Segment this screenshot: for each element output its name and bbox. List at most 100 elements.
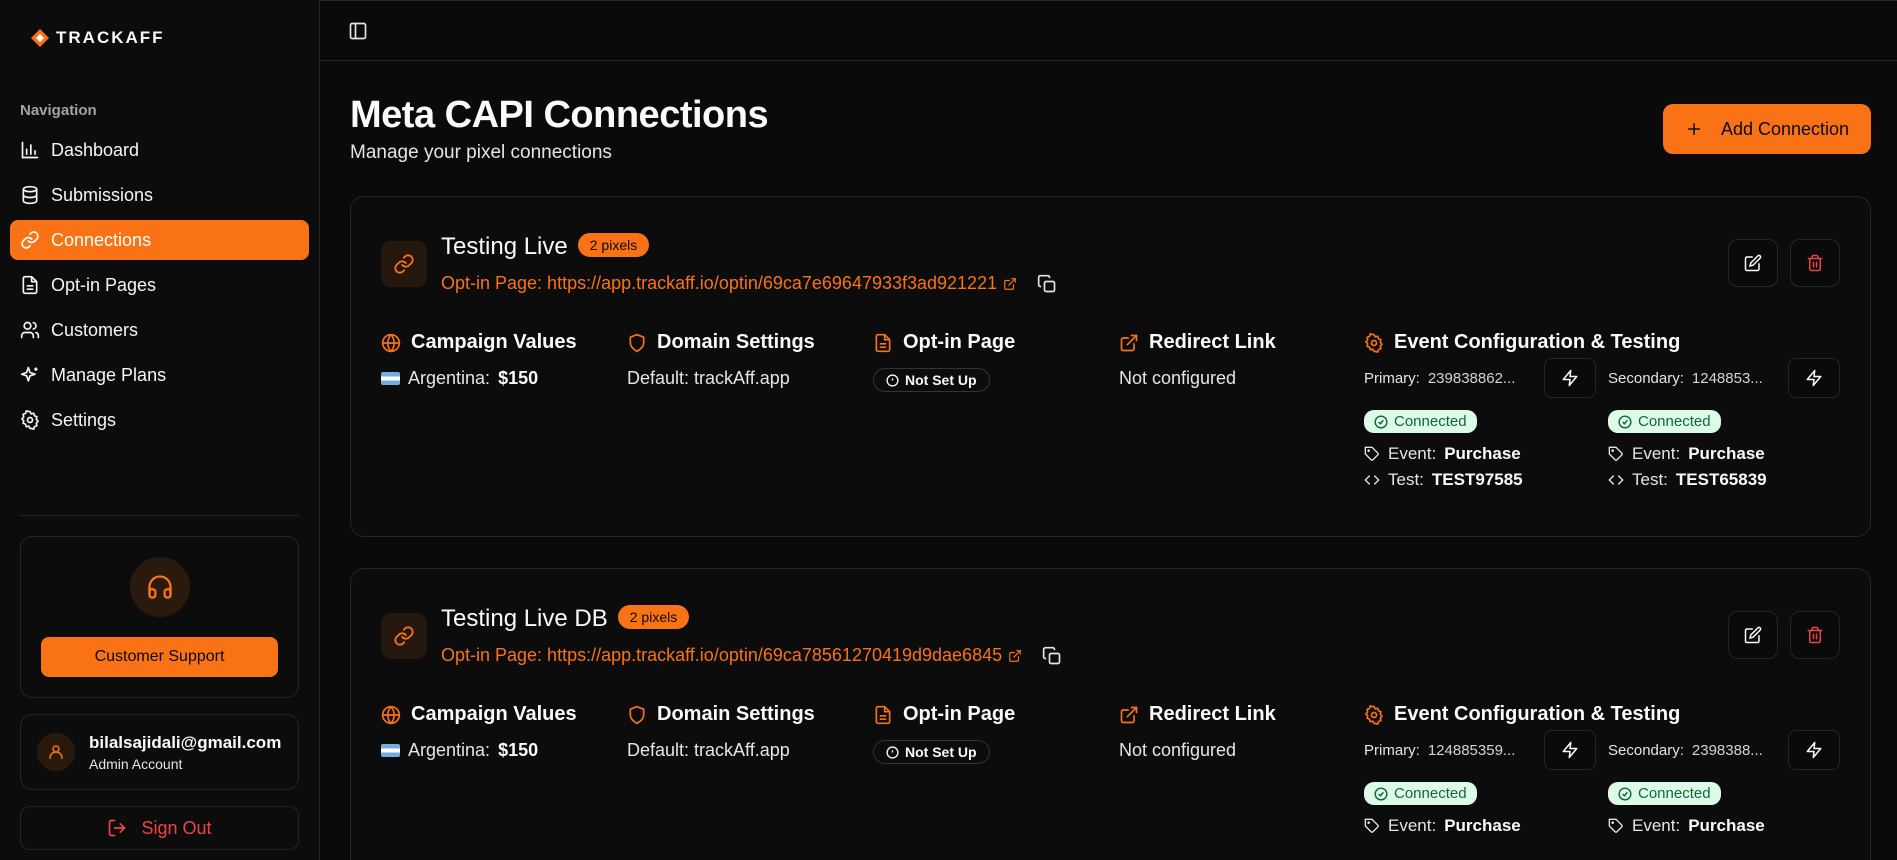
sidebar-item-manage-plans[interactable]: Manage Plans <box>10 355 309 395</box>
sign-out-button[interactable]: Sign Out <box>20 806 299 850</box>
check-circle-icon <box>1374 414 1388 429</box>
page-title: Meta CAPI Connections <box>350 94 769 136</box>
optin-url: Opt-in Page: https://app.trackaff.io/opt… <box>441 273 998 293</box>
database-icon <box>22 185 38 205</box>
nav-section-title: Navigation <box>20 102 97 119</box>
domain-value: Default: trackAff.app <box>627 368 790 388</box>
domain-value: Default: trackAff.app <box>627 740 790 760</box>
campaign-value: $150 <box>498 740 539 760</box>
pixel-id: 124885359... <box>1427 741 1516 759</box>
copy-icon[interactable] <box>1037 274 1057 294</box>
column-title: Redirect Link <box>1149 331 1276 353</box>
optin-url: Opt-in Page: https://app.trackaff.io/opt… <box>441 645 1003 665</box>
connection-name: Testing Live DB <box>441 605 608 632</box>
column-title: Event Configuration & Testing <box>1394 331 1681 353</box>
pixel-label: Primary: <box>1364 741 1420 759</box>
sidebar-divider <box>20 515 299 516</box>
alert-circle-icon <box>886 373 899 387</box>
sidebar-item-dashboard[interactable]: Dashboard <box>10 130 309 170</box>
support-card: Customer Support <box>20 536 299 698</box>
user-card[interactable]: bilalsajidali@gmail.com Admin Account <box>20 714 299 790</box>
secondary-pixel: Secondary: 1248853... Connected Event: Pur… <box>1608 358 1840 490</box>
connection-name-row: Testing Live 2 pixels <box>441 232 650 261</box>
connected-text: Connected <box>1394 785 1467 802</box>
connected-status-badge: Connected <box>1364 782 1477 805</box>
connected-text: Connected <box>1394 413 1467 430</box>
sidebar-item-label: Settings <box>51 409 117 430</box>
test-label: Test: <box>1632 469 1668 489</box>
sidebar-item-submissions[interactable]: Submissions <box>10 175 309 215</box>
pixel-label: Secondary: <box>1608 741 1684 759</box>
test-event-button[interactable] <box>1544 730 1596 770</box>
sidebar-item-settings[interactable]: Settings <box>10 400 309 440</box>
alert-circle-icon <box>886 745 899 759</box>
plus-icon <box>1687 123 1700 135</box>
pixel-id: 2398388... <box>1691 741 1763 759</box>
delete-button[interactable] <box>1790 611 1840 659</box>
test-event-button[interactable] <box>1788 730 1840 770</box>
zap-icon <box>1562 369 1578 387</box>
redirect-value: Not configured <box>1119 740 1237 760</box>
connection-card: Testing Live 2 pixels Opt-in Page: https:… <box>350 196 1871 537</box>
test-label: Test: <box>1388 469 1424 489</box>
secondary-pixel: Secondary: 2398388... Connected Event: Pur… <box>1608 730 1840 836</box>
bar-chart-icon <box>21 141 39 159</box>
tag-icon <box>1364 818 1379 833</box>
pixel-label: Primary: <box>1364 369 1420 387</box>
copy-icon[interactable] <box>1042 646 1062 666</box>
gear-icon <box>20 410 40 430</box>
connection-card: Testing Live DB 2 pixels Opt-in Page: htt… <box>350 568 1871 860</box>
sidebar-item-label: Connections <box>51 229 152 250</box>
logo[interactable]: TRACKAFF <box>30 28 165 48</box>
optin-status-text: Not Set Up <box>905 372 977 388</box>
zap-icon <box>1806 741 1822 759</box>
country-label: Argentina: <box>408 740 491 760</box>
sidebar-item-label: Manage Plans <box>51 364 167 385</box>
sidebar-item-customers[interactable]: Customers <box>10 310 309 350</box>
file-text-icon <box>875 333 891 352</box>
page-subtitle: Manage your pixel connections <box>350 142 612 163</box>
sidebar-nav: Dashboard Submissions Connections Opt-in… <box>10 130 309 445</box>
main-content: Meta CAPI Connections Manage your pixel … <box>320 0 1897 860</box>
logo-text: TRACKAFF <box>56 28 165 47</box>
app-shell: TRACKAFF Navigation Dashboard Submission… <box>0 0 1897 860</box>
shield-icon <box>629 333 645 352</box>
sidebar-toggle-icon[interactable] <box>348 21 368 41</box>
connection-name: Testing Live <box>441 233 568 260</box>
user-role: Admin Account <box>89 755 183 772</box>
connected-status-badge: Connected <box>1608 782 1721 805</box>
sidebar-item-connections[interactable]: Connections <box>10 220 309 260</box>
pixel-count-badge: 2 pixels <box>577 232 650 257</box>
add-connection-button[interactable]: Add Connection <box>1663 104 1871 154</box>
delete-button[interactable] <box>1790 239 1840 287</box>
campaign-values-column: Campaign Values Argentina: $150 <box>381 331 577 389</box>
sidebar-item-opt-in-pages[interactable]: Opt-in Pages <box>10 265 309 305</box>
customer-support-button[interactable]: Customer Support <box>41 637 278 677</box>
event-value: Purchase <box>1444 443 1521 463</box>
country-label: Argentina: <box>408 368 491 388</box>
globe-icon <box>381 705 401 725</box>
optin-page-link[interactable]: Opt-in Page: https://app.trackaff.io/opt… <box>441 645 1062 666</box>
redirect-link-column: Redirect Link Not configured <box>1119 331 1276 389</box>
primary-pixel: Primary: 124885359... Connected Event: Pur… <box>1364 730 1596 836</box>
check-circle-icon <box>1618 414 1632 429</box>
edit-button[interactable] <box>1728 239 1778 287</box>
tag-icon <box>1364 446 1379 461</box>
optin-page-link[interactable]: Opt-in Page: https://app.trackaff.io/opt… <box>441 273 1057 294</box>
test-event-button[interactable] <box>1788 358 1840 398</box>
sidebar-item-label: Opt-in Pages <box>51 274 157 295</box>
external-link-icon <box>1004 277 1016 290</box>
shield-icon <box>629 705 645 724</box>
edit-button[interactable] <box>1728 611 1778 659</box>
pixel-id: 239838862... <box>1427 369 1516 387</box>
event-config-header: Event Configuration & Testing <box>1364 703 1680 726</box>
trash-icon <box>1807 254 1823 272</box>
domain-settings-column: Domain Settings Default: trackAff.app <box>627 703 815 761</box>
avatar <box>37 733 75 771</box>
edit-icon <box>1744 626 1762 644</box>
column-title: Event Configuration & Testing <box>1394 703 1681 725</box>
test-event-button[interactable] <box>1544 358 1596 398</box>
campaign-value: $150 <box>498 368 539 388</box>
optin-page-column: Opt-in Page Not Set Up <box>873 703 1015 764</box>
optin-page-column: Opt-in Page Not Set Up <box>873 331 1015 392</box>
